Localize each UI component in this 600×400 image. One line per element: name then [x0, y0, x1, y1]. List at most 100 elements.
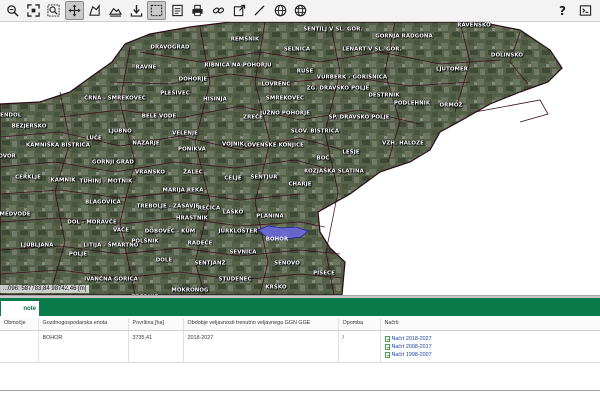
map-label-lu-e[interactable]: LUČE: [86, 135, 102, 141]
map-label--entilj-v-sl-gor-[interactable]: ŠENTILJ V SL. GOR.: [303, 26, 362, 32]
map-label-ljubljana[interactable]: LJUBLJANA: [20, 242, 53, 248]
download-icon[interactable]: [127, 1, 146, 20]
map-label-destrnik[interactable]: DESTRNIK: [368, 92, 399, 98]
map-label-velenje[interactable]: VELENJE: [172, 130, 198, 136]
map-label-la-ko[interactable]: LAŠKO: [223, 209, 244, 215]
map-label-dolinsko[interactable]: DOLINSKO: [491, 52, 523, 58]
map-label-hrastnik[interactable]: HRASTNIK: [176, 215, 208, 221]
column-header-enota[interactable]: Gozdnogospodarska enota: [38, 318, 129, 331]
map-label-ormo-[interactable]: ORMOŽ: [439, 102, 462, 108]
map-label-bezjersko[interactable]: BEZJERSKO: [12, 123, 47, 129]
map-label-dole[interactable]: DOLE: [156, 257, 173, 263]
map-label-vojnik[interactable]: VOJNIK: [222, 141, 244, 147]
map-label-dohorje[interactable]: DOHORJE: [179, 76, 208, 82]
map-label-le-je[interactable]: LEŠJE: [342, 149, 359, 155]
select-icon[interactable]: [147, 1, 167, 20]
map-label-ivan-na-gorica[interactable]: IVANČNA GORICA: [84, 276, 138, 282]
map-label-dravograd[interactable]: DRAVOGRAD: [150, 44, 189, 50]
map-label-pol-nik[interactable]: POLŠNIK: [131, 238, 158, 244]
column-header-obdobje[interactable]: Obdobje veljavnosti trenutno veljavnega …: [183, 318, 339, 331]
map-label-gornja-radgona[interactable]: GORNJA RADGONA: [375, 33, 433, 39]
map-label-ravne[interactable]: RAVNE: [136, 64, 157, 70]
measure-area-icon[interactable]: [85, 1, 104, 20]
map-label-ravensko[interactable]: RAVENSKO: [457, 22, 491, 28]
map-label-planina[interactable]: PLANINA: [256, 213, 283, 219]
map-label-cerklje[interactable]: CERKLJE: [15, 174, 41, 180]
map-label-studenec[interactable]: STUDENEC: [218, 276, 251, 282]
map-label-ple-ivec[interactable]: PLEŠIVEC: [160, 90, 190, 96]
plan-link-1998-2007[interactable]: Načrt 1998-2007: [384, 351, 596, 359]
map-label-zg-dravsko-polje[interactable]: ZG. DRAVSKO POLJE: [307, 85, 370, 91]
map-label-mokronog[interactable]: MOKRONOG: [171, 287, 208, 293]
map-label-bele-vode[interactable]: BELE VODE: [142, 113, 177, 119]
map-label-jurklo-ter[interactable]: JURKLOŠTER: [219, 228, 258, 234]
map-label-trebolje-zasavje[interactable]: TREBOLJE - ZASAVJE: [137, 203, 200, 209]
help-button[interactable]: ?: [553, 1, 572, 20]
map-label-blagovica[interactable]: BLAGOVICA: [85, 199, 121, 205]
map-label-sentjan-[interactable]: SENTJANŽ: [194, 260, 225, 266]
map-label-polje[interactable]: POLJE: [69, 251, 87, 257]
map-label-gornji-grad[interactable]: GORNJI GRAD: [92, 159, 134, 165]
map-label-ponikva[interactable]: PONIKVA: [178, 146, 206, 152]
map-label-nazarje[interactable]: NAZARJE: [132, 140, 159, 146]
export-icon[interactable]: [230, 1, 249, 20]
map-label-kozja-ka-slatina[interactable]: KOZJAŠKA SLATINA: [304, 168, 364, 174]
map-label-ljutomer[interactable]: LJUTOMER: [436, 66, 468, 72]
column-header-nacrti[interactable]: Načrti: [380, 318, 600, 331]
map-view[interactable]: ŠENTILJ V SL. GOR. GORNJA RADGONA RAVENSKO…: [0, 22, 600, 295]
column-header-povrsina[interactable]: Površina [ha]: [128, 318, 184, 331]
map-label-zre-e[interactable]: ZREČE: [243, 114, 263, 120]
map-label-ju-no-pohorje[interactable]: JUŽNO POHORJE: [260, 110, 310, 116]
map-label-lendol[interactable]: LENDOL: [0, 112, 21, 118]
map-label-lovrenc[interactable]: LOVRENC: [262, 81, 291, 87]
globe-alt-icon[interactable]: [291, 1, 310, 20]
map-label-medvode[interactable]: MEDVODE: [0, 211, 31, 217]
column-header-opomba[interactable]: Opomba: [338, 318, 381, 331]
map-label-ljubno[interactable]: LJUBNO: [108, 128, 132, 134]
map-label-dol-morav-e[interactable]: DOL - MORAVČE: [67, 219, 117, 225]
map-label-ribnica-na-pohorju[interactable]: RIBNICA NA POHORJU: [204, 62, 271, 68]
map-label-vransko[interactable]: VRANSKO: [135, 169, 165, 175]
draw-line-icon[interactable]: [250, 1, 269, 20]
map-label-litija-martno[interactable]: LITIJA - ŠMARTNO: [84, 242, 139, 248]
map-label--alec[interactable]: ŽALEC: [183, 169, 203, 175]
tab-note[interactable]: note: [0, 300, 40, 316]
map-label-kamnik[interactable]: KAMNIK: [50, 177, 75, 183]
info-icon[interactable]: [168, 1, 187, 20]
pan-icon[interactable]: [64, 1, 84, 20]
zoom-out-icon[interactable]: [3, 1, 22, 20]
zoom-extent-icon[interactable]: [24, 1, 43, 20]
map-label--rna-smrekovec[interactable]: ČRNA - SMREKOVEC: [84, 95, 146, 101]
map-label-re-ica[interactable]: REČICA: [198, 205, 221, 211]
print-icon[interactable]: [188, 1, 207, 20]
map-label-tuhinj-motnik[interactable]: TUHINJ - MOTNIK: [80, 178, 133, 184]
map-label-kamni-ka-bistrica[interactable]: KAMNIŠKA BISTRICA: [26, 142, 90, 148]
table-row[interactable]: BOHOR 3735,41 2018-2027 / Načrt 2018-202…: [0, 330, 600, 363]
fullscreen-exit-icon[interactable]: [576, 1, 595, 20]
map-label-selnica[interactable]: SELNICA: [284, 46, 310, 52]
link-icon[interactable]: [209, 1, 228, 20]
map-label-marija-reka[interactable]: MARIJA REKA: [162, 187, 203, 193]
map-label-podlehnik[interactable]: PODLEHNIK: [394, 100, 430, 106]
map-label-charje[interactable]: CHARJE: [288, 181, 311, 187]
map-label-senovo[interactable]: SENOVO: [274, 260, 300, 266]
print-preview-icon[interactable]: [106, 1, 125, 20]
map-label-sevnica[interactable]: SEVNICA: [229, 249, 256, 255]
map-label-hisinja[interactable]: HISINJA: [203, 96, 227, 102]
map-label-celje[interactable]: CELJE: [224, 175, 241, 181]
map-label-ru-e[interactable]: RUŠE: [297, 68, 314, 74]
map-label--entjur[interactable]: ŠENTJUR: [251, 174, 278, 180]
map-label-smrekovec[interactable]: SMREKOVEC: [266, 95, 304, 101]
globe-icon[interactable]: [271, 1, 290, 20]
plan-link-2008-2017[interactable]: Načrt 2008-2017: [384, 343, 596, 351]
map-label-rem-nik[interactable]: REMŠNIK: [231, 36, 259, 42]
column-header-obmocje[interactable]: Območje: [0, 318, 39, 331]
zoom-window-icon[interactable]: [44, 1, 63, 20]
map-label-vurberk-gori-nica[interactable]: VURBERK - GORIŠNICA: [317, 74, 387, 80]
map-label-bohor[interactable]: BOHOR: [266, 236, 288, 242]
map-label-rade-e[interactable]: RADEČE: [188, 240, 213, 246]
map-label-lenart-v-sl-gor-[interactable]: LENART V SL. GOR.: [342, 46, 402, 52]
map-label-vovor[interactable]: VOVOR: [0, 153, 16, 159]
map-label-vzh-haloze[interactable]: VZH. HALOZE: [382, 140, 424, 146]
map-label-va-e[interactable]: VAČE: [113, 227, 129, 233]
